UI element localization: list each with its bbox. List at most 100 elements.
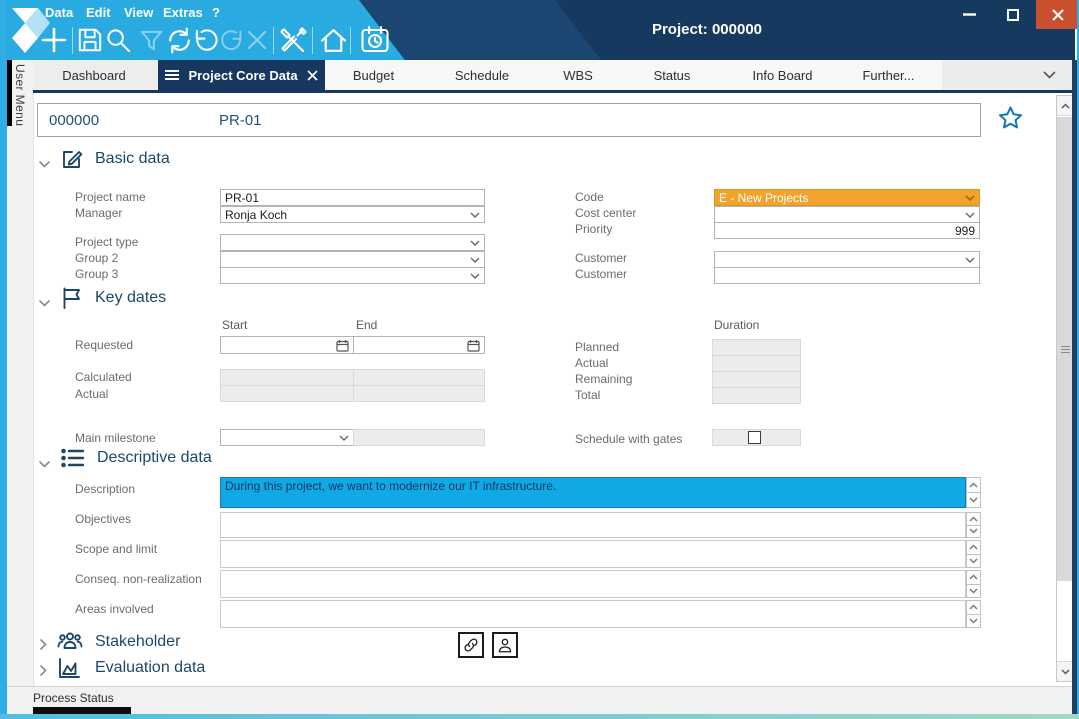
code-select[interactable]: E - New Projects <box>714 189 980 206</box>
requested-end-date-input[interactable] <box>353 336 485 354</box>
tab-label: Status <box>654 68 691 83</box>
status-bar: Process Status <box>7 686 1072 714</box>
spin-up-button[interactable] <box>966 600 981 615</box>
field-label: Areas involved <box>75 603 154 616</box>
collapse-chevron-descriptive[interactable] <box>39 455 50 473</box>
tab-project-core-data[interactable]: Project Core Data <box>158 60 325 90</box>
favorite-star-icon[interactable] <box>997 105 1024 132</box>
schedule-with-gates-checkbox[interactable] <box>748 431 761 444</box>
customer-select[interactable] <box>714 251 980 268</box>
list-icon <box>60 446 85 475</box>
menu-help[interactable]: ? <box>212 5 220 20</box>
tab-label: Dashboard <box>62 68 126 83</box>
project-type-select[interactable] <box>220 234 485 251</box>
tab-label: Further... <box>862 68 914 83</box>
tab-close-icon[interactable] <box>307 70 318 81</box>
project-name-input[interactable]: PR-01 <box>220 189 485 206</box>
scope-spinner[interactable] <box>966 540 981 568</box>
maximize-button[interactable] <box>992 0 1034 29</box>
conseq-spinner[interactable] <box>966 570 981 598</box>
description-textarea[interactable]: During this project, we want to moderniz… <box>220 477 966 508</box>
field-value: Ronja Koch <box>225 208 467 222</box>
planning-calendar-button[interactable] <box>359 24 391 56</box>
tab-info-board[interactable]: Info Board <box>730 60 835 90</box>
spin-down-button[interactable] <box>966 555 981 569</box>
actual-end-field <box>353 385 485 402</box>
tab-budget[interactable]: Budget <box>325 60 422 90</box>
cost-center-select[interactable] <box>714 206 980 223</box>
spin-up-button[interactable] <box>966 540 981 555</box>
calculated-start-field <box>220 369 354 386</box>
section-title-stakeholder[interactable]: Stakeholder <box>95 633 180 651</box>
user-menu-tab[interactable]: User Menu <box>13 64 27 126</box>
spin-up-button[interactable] <box>966 477 981 493</box>
scroll-down-button[interactable] <box>1057 661 1073 681</box>
group3-select[interactable] <box>220 267 485 284</box>
spin-down-button[interactable] <box>966 585 981 599</box>
chevron-down-icon <box>470 273 480 279</box>
menu-view[interactable]: View <box>124 5 153 20</box>
spin-down-button[interactable] <box>966 526 981 539</box>
menu-edit[interactable]: Edit <box>86 5 111 20</box>
manager-select[interactable]: Ronja Koch <box>220 206 485 223</box>
app-window: Data Edit View Extras ? <box>0 0 1079 719</box>
save-icon <box>77 27 103 53</box>
field-label: Customer <box>575 252 627 265</box>
field-label: Cost center <box>575 207 636 220</box>
conseq-textarea[interactable] <box>220 570 966 598</box>
menu-extras[interactable]: Extras <box>163 5 203 20</box>
spin-up-button[interactable] <box>966 512 981 526</box>
spin-down-button[interactable] <box>966 615 981 629</box>
scope-textarea[interactable] <box>220 540 966 568</box>
scrollbar-thumb[interactable] <box>1057 117 1073 581</box>
search-icon <box>105 27 132 54</box>
close-button[interactable] <box>1036 0 1079 29</box>
calendar-icon[interactable] <box>336 339 349 352</box>
search-button[interactable] <box>102 24 134 56</box>
window-border-bottom <box>0 714 1079 719</box>
cancel-button[interactable] <box>241 24 273 56</box>
scroll-up-button[interactable] <box>1057 96 1073 116</box>
objectives-spinner[interactable] <box>966 512 981 538</box>
stakeholder-group-icon <box>57 630 83 659</box>
priority-input[interactable]: 999 <box>714 222 980 239</box>
description-spinner[interactable] <box>966 477 981 508</box>
requested-start-date-input[interactable] <box>220 336 354 354</box>
objectives-textarea[interactable] <box>220 512 966 538</box>
section-title-descriptive-data[interactable]: Descriptive data <box>97 449 212 467</box>
section-title-evaluation-data[interactable]: Evaluation data <box>95 659 205 677</box>
hamburger-icon <box>165 69 179 81</box>
add-button[interactable] <box>38 24 70 56</box>
field-label: Objectives <box>75 513 131 526</box>
tab-status[interactable]: Status <box>614 60 730 90</box>
tools-button[interactable] <box>277 24 309 56</box>
areas-textarea[interactable] <box>220 600 966 628</box>
tab-overflow-button[interactable] <box>942 60 1072 90</box>
tab-schedule[interactable]: Schedule <box>422 60 542 90</box>
spin-down-button[interactable] <box>966 493 981 508</box>
tab-wbs[interactable]: WBS <box>542 60 614 90</box>
expand-chevron-stakeholder[interactable] <box>40 637 47 655</box>
person-button[interactable] <box>492 632 518 658</box>
home-button[interactable] <box>317 24 349 56</box>
section-title-basic-data[interactable]: Basic data <box>95 150 170 168</box>
areas-spinner[interactable] <box>966 600 981 628</box>
calendar-icon[interactable] <box>467 339 480 352</box>
toolbar-separator <box>72 27 73 54</box>
customer-input[interactable] <box>714 267 980 284</box>
user-menu-marker <box>7 60 12 126</box>
expand-chevron-evaluation[interactable] <box>40 663 47 681</box>
toolbar-separator <box>350 27 351 54</box>
tab-further[interactable]: Further... <box>835 60 942 90</box>
menu-data[interactable]: Data <box>45 5 73 20</box>
section-title-key-dates[interactable]: Key dates <box>95 289 166 307</box>
edit-pencil-icon <box>60 147 84 176</box>
main-milestone-select[interactable] <box>220 429 354 446</box>
spin-up-button[interactable] <box>966 570 981 585</box>
collapse-chevron-basic[interactable] <box>39 155 50 173</box>
minimize-button[interactable] <box>948 0 990 29</box>
collapse-chevron-key-dates[interactable] <box>39 294 50 312</box>
group2-select[interactable] <box>220 251 485 268</box>
link-button[interactable] <box>458 632 484 658</box>
tab-dashboard[interactable]: Dashboard <box>30 60 158 90</box>
